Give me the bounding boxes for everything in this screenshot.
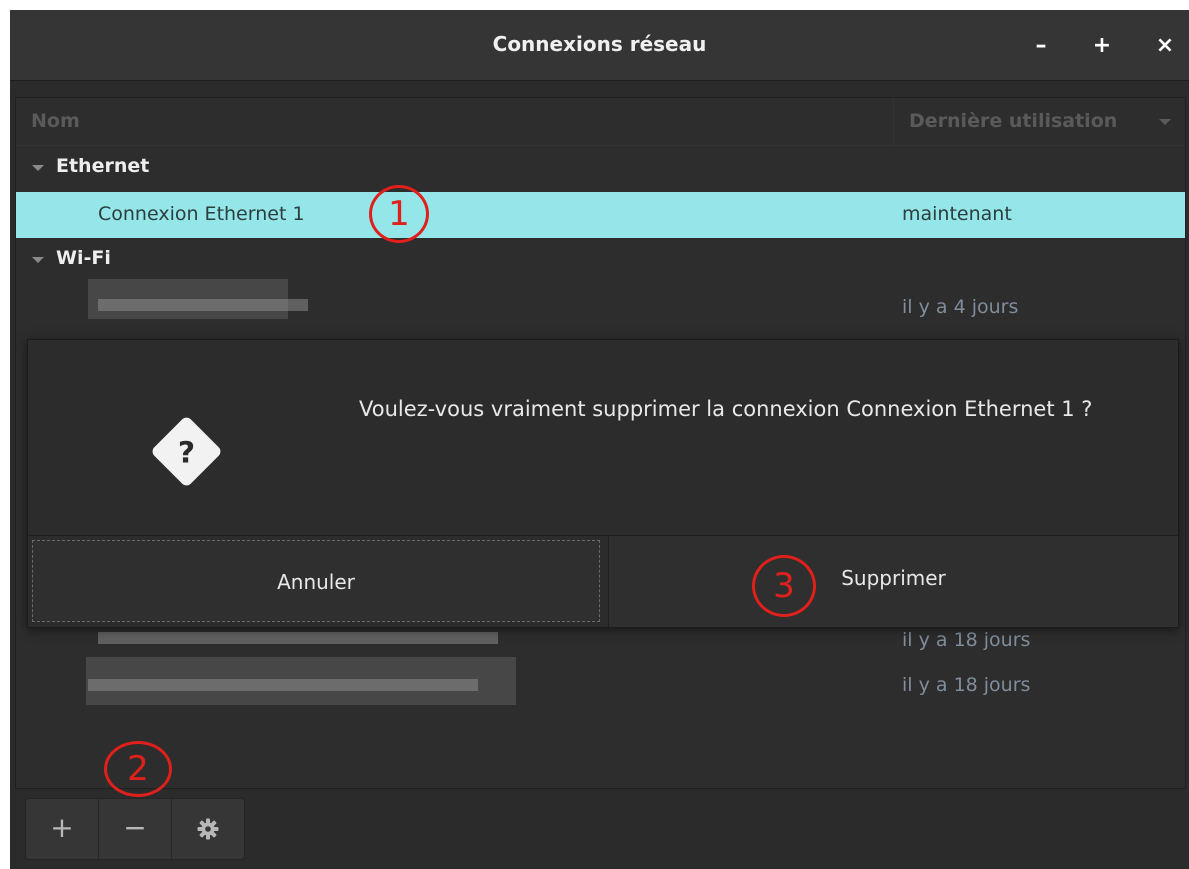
column-header-last-used[interactable]: Dernière utilisation [893,98,1185,145]
expander-icon [32,257,44,263]
group-label: Ethernet [56,155,150,177]
list-item-connexion-ethernet-1[interactable]: Connexion Ethernet 1 maintenant [16,192,1185,238]
list-item-wifi-1[interactable]: il y a 4 jours [16,279,1185,331]
question-diamond-icon: ? [152,417,221,486]
column-header-last-used-label: Dernière utilisation [909,110,1118,132]
expander-icon [32,165,44,171]
minimize-button[interactable]: – [1023,28,1059,64]
window-title: Connexions réseau [492,32,707,56]
group-ethernet[interactable]: Ethernet [16,146,1185,190]
group-wifi[interactable]: Wi-Fi [16,238,1185,282]
delete-button[interactable]: Supprimer [608,536,1178,627]
network-connections-window: Connexions réseau – + × Nom Dernière uti… [10,10,1189,869]
maximize-button[interactable]: + [1084,28,1120,64]
annotation-step-3: 3 [752,555,816,617]
titlebar[interactable]: Connexions réseau – + × [10,10,1189,81]
list-header: Nom Dernière utilisation [16,98,1185,146]
remove-connection-button[interactable]: − [98,799,171,859]
gear-icon [197,818,219,840]
add-connection-button[interactable]: + [26,799,98,859]
connection-last-used: il y a 18 jours [902,674,1031,696]
group-label: Wi-Fi [56,247,111,269]
redacted-name-bar [98,299,308,311]
confirm-delete-dialog: ? Voulez-vous vraiment supprimer la conn… [27,339,1179,628]
svg-text:?: ? [178,434,195,469]
redacted-name-bar [98,632,498,644]
annotation-step-1: 1 [369,185,429,243]
dialog-message: Voulez-vous vraiment supprimer la connex… [359,397,1093,421]
connection-last-used: il y a 4 jours [902,296,1019,318]
column-header-name[interactable]: Nom [31,110,80,132]
redacted-name-bar [88,679,478,691]
connection-last-used: maintenant [902,203,1012,225]
annotation-step-2: 2 [104,741,172,797]
list-item-wifi-3[interactable]: il y a 18 jours [16,657,1185,709]
list-toolbar: + − [25,798,245,860]
dialog-buttons: Annuler Supprimer [28,535,1178,627]
close-button[interactable]: × [1147,28,1183,64]
settings-button[interactable] [171,799,244,859]
connection-last-used: il y a 18 jours [902,629,1031,651]
sort-descending-icon [1159,119,1171,125]
cancel-button[interactable]: Annuler [32,540,600,622]
connection-name: Connexion Ethernet 1 [98,203,305,225]
